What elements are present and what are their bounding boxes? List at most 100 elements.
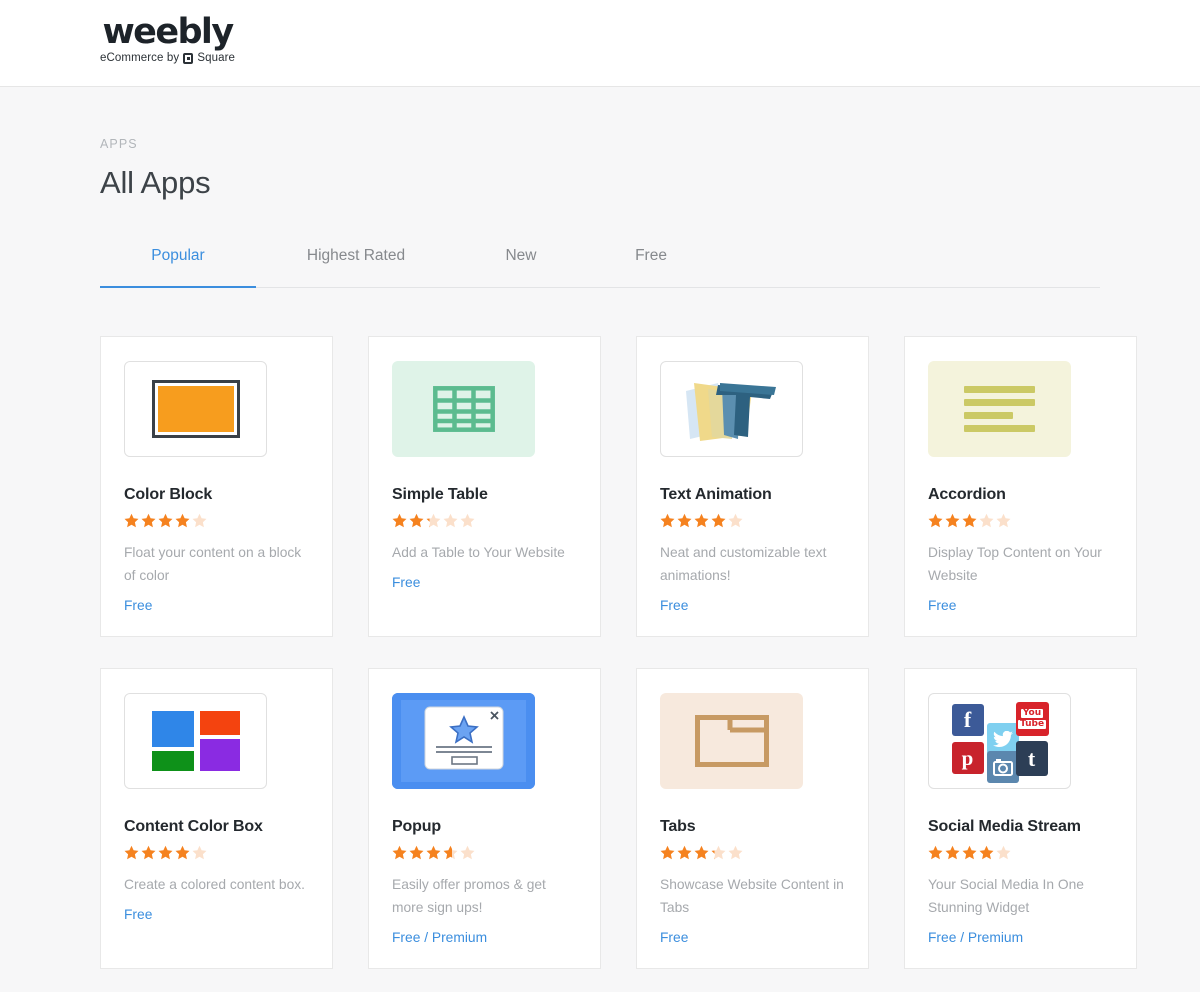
app-price[interactable]: Free	[660, 930, 845, 945]
rating-stars	[392, 845, 577, 860]
instagram-icon	[987, 751, 1019, 783]
app-price[interactable]: Free	[928, 598, 1113, 613]
page-content: APPS All Apps Popular Highest Rated New …	[0, 137, 1200, 969]
star-icon	[711, 513, 726, 528]
star-icon	[426, 513, 441, 528]
star-icon	[443, 845, 458, 860]
weebly-logo[interactable]: weebly eCommerce by Square	[100, 14, 235, 64]
facebook-icon: f	[952, 704, 984, 736]
pinterest-icon: p	[952, 742, 984, 774]
star-icon	[711, 845, 726, 860]
content-color-box-icon	[124, 693, 267, 789]
star-icon	[409, 845, 424, 860]
tab-popular[interactable]: Popular	[100, 245, 256, 287]
tumblr-icon: t	[1016, 741, 1048, 776]
app-description: Display Top Content on Your Website	[928, 541, 1113, 587]
star-icon	[996, 513, 1011, 528]
star-icon	[928, 513, 943, 528]
app-price[interactable]: Free	[124, 598, 309, 613]
text-animation-icon	[660, 361, 803, 457]
app-header: weebly eCommerce by Square	[0, 0, 1200, 87]
star-icon	[124, 845, 139, 860]
star-icon	[141, 513, 156, 528]
app-description: Easily offer promos & get more sign ups!	[392, 873, 577, 919]
star-icon	[460, 845, 475, 860]
app-description: Showcase Website Content in Tabs	[660, 873, 845, 919]
app-card[interactable]: Color BlockFloat your content on a block…	[100, 336, 333, 637]
app-card[interactable]: f p You Tube	[904, 668, 1137, 969]
star-icon	[443, 513, 458, 528]
simple-table-icon	[392, 361, 535, 457]
popup-icon	[392, 693, 535, 789]
app-price[interactable]: Free	[124, 907, 309, 922]
star-icon	[175, 845, 190, 860]
tab-bar: Popular Highest Rated New Free	[100, 245, 1100, 288]
star-icon	[677, 845, 692, 860]
breadcrumb: APPS	[100, 137, 1100, 151]
star-icon	[677, 513, 692, 528]
star-icon	[962, 513, 977, 528]
youtube-icon: You Tube	[1016, 702, 1049, 736]
app-card[interactable]: Popup Easily offer promos & get more sig…	[368, 668, 601, 969]
star-icon	[158, 513, 173, 528]
star-icon	[141, 845, 156, 860]
app-card[interactable]: Accordion Display Top Content on Your Web…	[904, 336, 1137, 637]
app-title: Text Animation	[660, 486, 845, 504]
app-grid: Color BlockFloat your content on a block…	[100, 336, 1100, 969]
app-title: Social Media Stream	[928, 818, 1113, 836]
star-icon	[192, 513, 207, 528]
app-price[interactable]: Free	[392, 575, 577, 590]
star-icon	[460, 513, 475, 528]
app-card[interactable]: Content Color BoxCreate a colored conten…	[100, 668, 333, 969]
page-title: All Apps	[100, 165, 1100, 201]
star-icon	[158, 845, 173, 860]
rating-stars	[660, 513, 845, 528]
star-icon	[409, 513, 424, 528]
app-description: Create a colored content box.	[124, 873, 309, 896]
star-icon	[124, 513, 139, 528]
app-title: Simple Table	[392, 486, 577, 504]
tab-highest-rated[interactable]: Highest Rated	[256, 245, 456, 287]
app-title: Color Block	[124, 486, 309, 504]
app-card[interactable]: Text Animation Neat and customizable text…	[636, 336, 869, 637]
star-icon	[426, 845, 441, 860]
star-icon	[979, 513, 994, 528]
accordion-icon	[928, 361, 1071, 457]
brand-tagline: eCommerce by Square	[100, 52, 235, 64]
app-price[interactable]: Free / Premium	[928, 930, 1113, 945]
tagline-prefix: eCommerce by	[100, 52, 179, 64]
app-title: Tabs	[660, 818, 845, 836]
app-description: Neat and customizable text animations!	[660, 541, 845, 587]
star-icon	[392, 845, 407, 860]
app-price[interactable]: Free	[660, 598, 845, 613]
tab-free[interactable]: Free	[586, 245, 716, 287]
star-icon	[928, 845, 943, 860]
star-icon	[945, 845, 960, 860]
star-icon	[962, 845, 977, 860]
star-icon	[660, 845, 675, 860]
color-block-icon	[124, 361, 267, 457]
rating-stars	[124, 845, 309, 860]
tagline-suffix: Square	[197, 52, 235, 64]
app-price[interactable]: Free / Premium	[392, 930, 577, 945]
rating-stars	[928, 513, 1113, 528]
brand-name: weebly	[100, 14, 235, 51]
rating-stars	[392, 513, 577, 528]
app-card[interactable]: Tabs Showcase Website Content in Tabs Fre…	[636, 668, 869, 969]
star-icon	[945, 513, 960, 528]
app-title: Popup	[392, 818, 577, 836]
star-icon	[175, 513, 190, 528]
star-icon	[979, 845, 994, 860]
square-logo-icon	[183, 53, 193, 64]
rating-stars	[660, 845, 845, 860]
star-icon	[694, 513, 709, 528]
rating-stars	[124, 513, 309, 528]
app-card[interactable]: Simple Table Add a Table to Your Website…	[368, 336, 601, 637]
app-description: Add a Table to Your Website	[392, 541, 577, 564]
star-icon	[694, 845, 709, 860]
tab-new[interactable]: New	[456, 245, 586, 287]
app-title: Accordion	[928, 486, 1113, 504]
rating-stars	[928, 845, 1113, 860]
social-media-stream-icon: f p You Tube	[928, 693, 1071, 789]
star-icon	[192, 845, 207, 860]
